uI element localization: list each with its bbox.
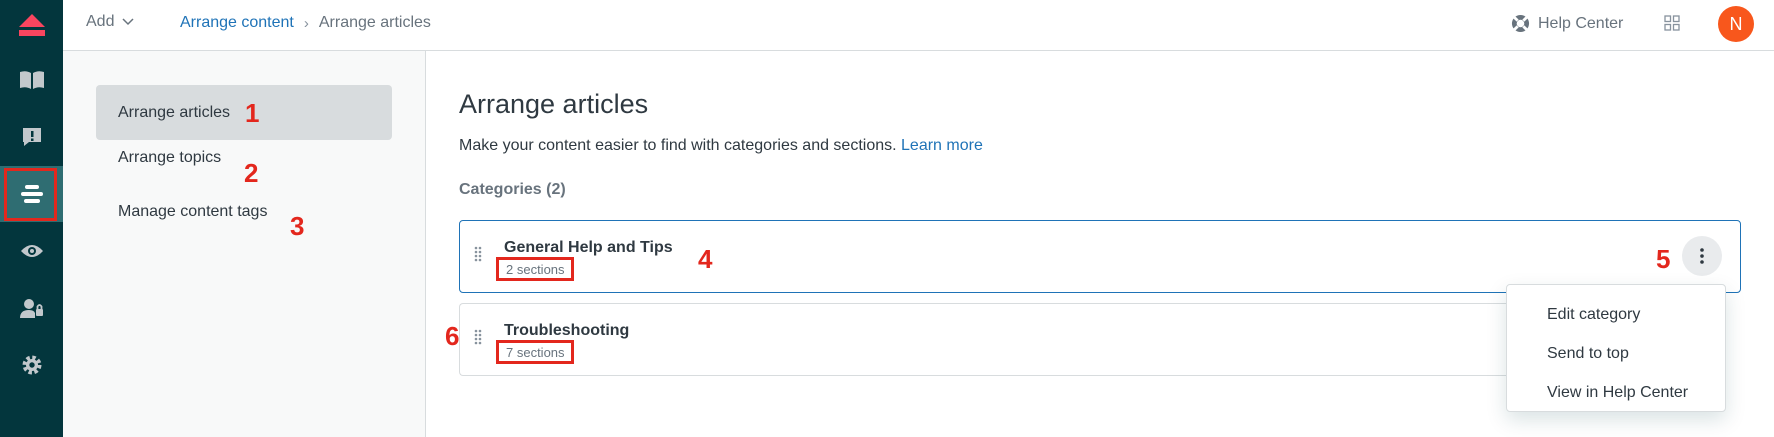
nav-item-manage-content-tags[interactable]: Manage content tags [96, 184, 392, 239]
page-description: Make your content easier to find with ca… [459, 137, 983, 155]
user-permissions-icon[interactable] [0, 280, 63, 336]
drag-handle-icon[interactable] [474, 246, 482, 262]
description-text: Make your content easier to find with ca… [459, 137, 897, 154]
alert-feedback-icon[interactable] [0, 109, 63, 165]
breadcrumb-current: Arrange articles [318, 14, 431, 31]
drag-handle-icon[interactable] [474, 329, 482, 345]
category-name: Troubleshooting [504, 322, 630, 339]
content-nav: Arrange articles Arrange topics Manage c… [63, 51, 426, 437]
product-rail [0, 0, 63, 437]
learn-more-link[interactable]: Learn more [901, 137, 983, 154]
annotation-highlight-box [4, 168, 57, 221]
nav-item-label: Manage content tags [118, 202, 268, 220]
category-section-count: 7 sections [496, 340, 574, 364]
categories-heading: Categories (2) [459, 181, 566, 198]
lifebuoy-icon [1511, 14, 1530, 33]
more-options-button[interactable] [1682, 236, 1722, 276]
settings-gear-icon[interactable] [0, 337, 63, 393]
category-options-menu: Edit category Send to top View in Help C… [1506, 284, 1726, 412]
annotation-number: 5 [1656, 244, 1671, 274]
eye-icon[interactable] [0, 223, 63, 279]
menu-item-edit-category[interactable]: Edit category [1507, 295, 1725, 334]
breadcrumb-arrange-content[interactable]: Arrange content [180, 14, 294, 32]
zendesk-logo-icon[interactable] [0, 0, 63, 50]
knowledge-base-icon[interactable] [0, 52, 63, 108]
menu-item-send-to-top[interactable]: Send to top [1507, 334, 1725, 373]
menu-item-view-in-help-center[interactable]: View in Help Center [1507, 373, 1725, 412]
help-center-label: Help Center [1538, 14, 1624, 32]
page-title: Arrange articles [459, 89, 649, 119]
chevron-down-icon [122, 18, 134, 26]
category-card[interactable]: General Help and Tips 2 sections [459, 220, 1741, 293]
add-menu-button[interactable]: Add [86, 13, 134, 31]
annotation-number: 1 [245, 98, 260, 128]
nav-item-label: Arrange topics [118, 148, 222, 166]
help-center-link[interactable]: Help Center [1511, 14, 1623, 33]
top-bar: Add Arrange content › Arrange articles H… [63, 0, 1774, 51]
nav-item-label: Arrange articles [118, 103, 231, 121]
user-avatar[interactable]: N [1718, 6, 1754, 42]
annotation-number: 6 [445, 321, 460, 351]
annotation-number: 3 [290, 211, 305, 241]
apps-grid-icon[interactable] [1664, 15, 1680, 36]
category-section-count: 2 sections [496, 257, 574, 281]
breadcrumb-separator-icon: › [303, 14, 309, 32]
category-name: General Help and Tips [504, 239, 673, 256]
category-card[interactable]: Troubleshooting 7 sections [459, 303, 1622, 376]
breadcrumb: Arrange content › Arrange articles [180, 14, 431, 32]
kebab-menu-icon [1700, 248, 1704, 264]
add-label: Add [86, 13, 115, 30]
annotation-number: 4 [698, 244, 713, 274]
annotation-number: 2 [244, 158, 259, 188]
